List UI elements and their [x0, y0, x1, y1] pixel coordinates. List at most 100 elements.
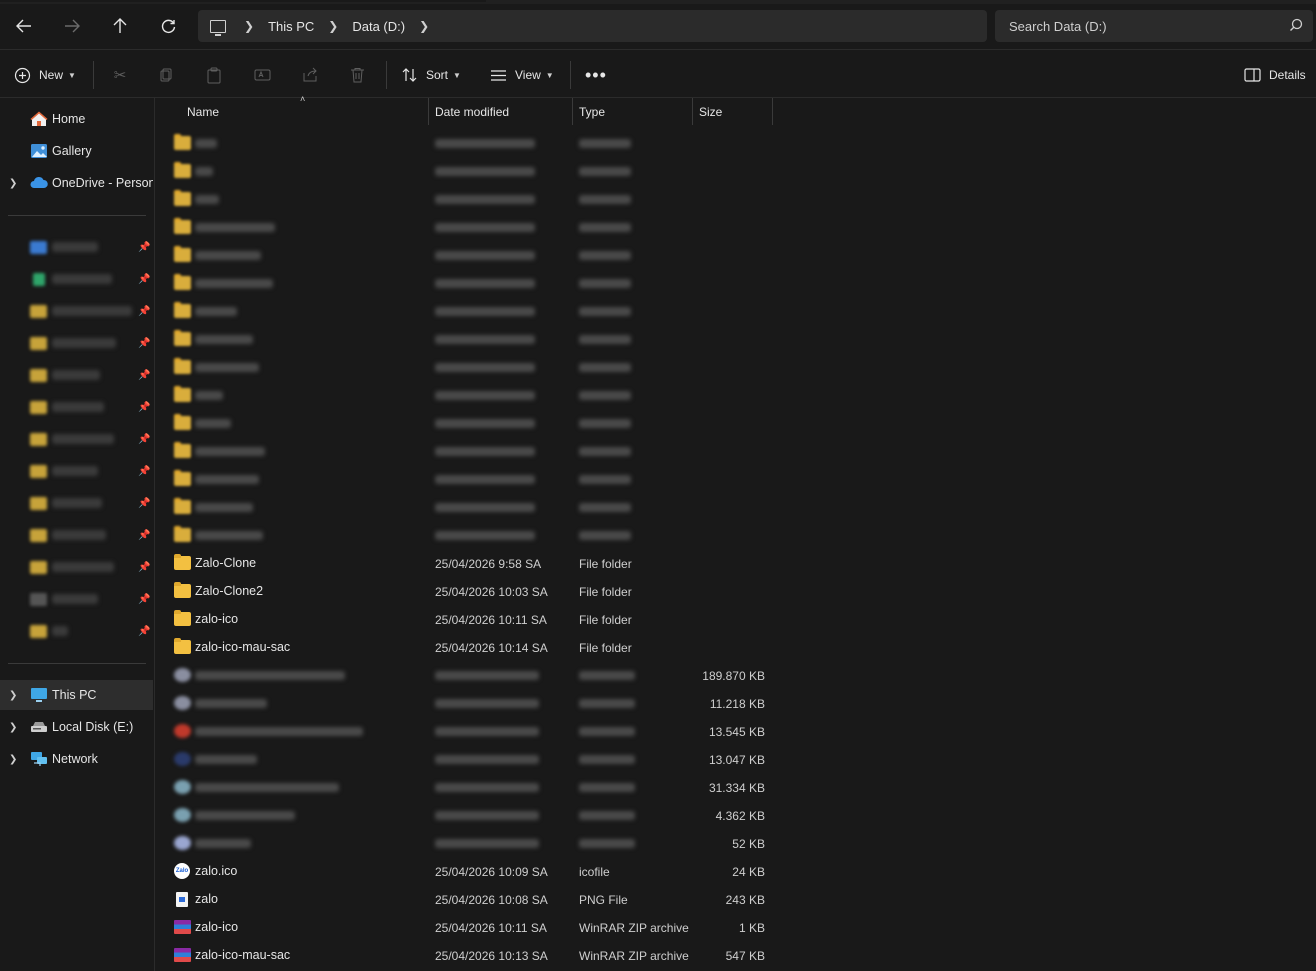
table-row[interactable] [170, 157, 930, 185]
pin-icon[interactable]: 📌 [138, 530, 150, 541]
sidebar-item-this-pc[interactable]: ❯ This PC [0, 680, 153, 710]
cut-button[interactable]: ✂ [110, 63, 130, 87]
refresh-button[interactable] [150, 10, 186, 42]
column-header-size[interactable]: Size [699, 98, 722, 125]
pin-icon[interactable]: 📌 [138, 370, 150, 381]
share-button[interactable] [302, 63, 318, 87]
table-row[interactable]: Zalo-Clone 25/04/2026 9:58 SA File folde… [170, 549, 930, 577]
rename-button[interactable] [254, 63, 271, 87]
table-row[interactable]: zalo-ico-mau-sac 25/04/2026 10:14 SA Fil… [170, 633, 930, 661]
table-row[interactable] [170, 129, 930, 157]
table-row[interactable]: 4.362 KB [170, 801, 930, 829]
file-size: 31.334 KB [708, 781, 765, 795]
table-row[interactable] [170, 213, 930, 241]
copy-button[interactable] [158, 63, 174, 87]
table-row[interactable]: 13.047 KB [170, 745, 930, 773]
table-row[interactable]: 11.218 KB [170, 689, 930, 717]
sidebar-item-local-disk[interactable]: ❯ Local Disk (E:) [0, 712, 153, 742]
pinned-item[interactable]: 📌 [0, 488, 153, 518]
pin-icon[interactable]: 📌 [138, 626, 150, 637]
chevron-right-icon[interactable]: ❯ [9, 690, 17, 701]
pin-icon[interactable]: 📌 [138, 498, 150, 509]
table-row[interactable]: Zalo-Clone2 25/04/2026 10:03 SA File fol… [170, 577, 930, 605]
pin-icon[interactable]: 📌 [138, 338, 150, 349]
pinned-item[interactable]: 📌 [0, 360, 153, 390]
table-row[interactable] [170, 409, 930, 437]
column-type-label: Type [579, 104, 606, 119]
column-divider[interactable] [692, 98, 693, 125]
table-row[interactable] [170, 437, 930, 465]
pinned-item[interactable]: 📌 [0, 264, 153, 294]
column-divider[interactable] [772, 98, 773, 125]
table-row[interactable]: zalo 25/04/2026 10:08 SA PNG File 243 KB [170, 885, 930, 913]
column-divider[interactable] [428, 98, 429, 125]
pin-icon[interactable]: 📌 [138, 402, 150, 413]
sidebar-item-onedrive[interactable]: ❯ OneDrive - Persona [0, 168, 153, 198]
pin-icon[interactable]: 📌 [138, 594, 150, 605]
pin-icon[interactable]: 📌 [138, 466, 150, 477]
table-row[interactable] [170, 381, 930, 409]
table-row[interactable]: zalo-ico 25/04/2026 10:11 SA WinRAR ZIP … [170, 913, 930, 941]
back-button[interactable] [6, 10, 42, 42]
pinned-item[interactable]: 📌 [0, 424, 153, 454]
pinned-item[interactable]: 📌 [0, 392, 153, 422]
table-row[interactable] [170, 521, 930, 549]
table-row[interactable]: zalo-ico-mau-sac 25/04/2026 10:13 SA Win… [170, 941, 930, 969]
column-header-type[interactable]: Type [579, 98, 605, 125]
table-row[interactable]: 13.545 KB [170, 717, 930, 745]
table-row[interactable]: Zalo zalo.ico 25/04/2026 10:09 SA icofil… [170, 857, 930, 885]
forward-button[interactable] [54, 10, 90, 42]
column-divider[interactable] [572, 98, 573, 125]
sidebar-item-home[interactable]: Home [0, 104, 153, 134]
breadcrumb-this-pc[interactable]: This PC [268, 19, 314, 34]
breadcrumb-data-d[interactable]: Data (D:) [352, 19, 405, 34]
pinned-item[interactable]: 📌 [0, 456, 153, 486]
pinned-item[interactable]: 📌 [0, 520, 153, 550]
blurred-date [435, 671, 539, 680]
pinned-item[interactable]: 📌 [0, 552, 153, 582]
sidebar-item-gallery[interactable]: Gallery [0, 136, 153, 166]
search-input[interactable]: Search Data (D:) [995, 10, 1313, 42]
table-row[interactable]: 31.334 KB [170, 773, 930, 801]
column-header-date[interactable]: Date modified [435, 98, 509, 125]
pinned-item[interactable]: 📌 [0, 296, 153, 326]
paste-button[interactable] [206, 63, 222, 87]
table-row[interactable] [170, 353, 930, 381]
delete-button[interactable] [350, 63, 365, 87]
table-row[interactable] [170, 465, 930, 493]
view-button[interactable]: View ▼ [490, 63, 554, 87]
pin-icon[interactable]: 📌 [138, 562, 150, 573]
sidebar-item-network[interactable]: ❯ Network [0, 744, 153, 774]
chevron-right-icon[interactable]: ❯ [9, 754, 17, 765]
chevron-right-icon[interactable]: ❯ [9, 178, 17, 189]
home-icon [30, 111, 48, 126]
table-row[interactable] [170, 269, 930, 297]
chevron-right-icon[interactable]: ❯ [419, 19, 429, 33]
blurred-date [435, 139, 535, 148]
pin-icon[interactable]: 📌 [138, 306, 150, 317]
pinned-item[interactable]: 📌 [0, 328, 153, 358]
up-button[interactable] [102, 10, 138, 42]
table-row[interactable] [170, 493, 930, 521]
pin-icon[interactable]: 📌 [138, 434, 150, 445]
table-row[interactable]: 189.870 KB [170, 661, 930, 689]
table-row[interactable] [170, 185, 930, 213]
pinned-item[interactable]: 📌 [0, 584, 153, 614]
toolbar-divider [93, 61, 94, 89]
table-row[interactable]: zalo-ico 25/04/2026 10:11 SA File folder [170, 605, 930, 633]
details-pane-button[interactable]: Details [1244, 63, 1306, 87]
pinned-item[interactable]: 📌 [0, 616, 153, 646]
sort-button[interactable]: Sort ▼ [402, 63, 461, 87]
chevron-right-icon[interactable]: ❯ [9, 722, 17, 733]
address-bar[interactable]: ❯ This PC ❯ Data (D:) ❯ [198, 10, 987, 42]
pin-icon[interactable]: 📌 [138, 242, 150, 253]
table-row[interactable]: 52 KB [170, 829, 930, 857]
pin-icon[interactable]: 📌 [138, 274, 150, 285]
more-options-button[interactable]: ••• [585, 63, 607, 87]
table-row[interactable] [170, 325, 930, 353]
table-row[interactable] [170, 297, 930, 325]
new-button[interactable]: New ▼ [14, 63, 76, 87]
table-row[interactable] [170, 241, 930, 269]
column-header-name[interactable]: Name [187, 98, 219, 125]
pinned-item[interactable]: 📌 [0, 232, 153, 262]
